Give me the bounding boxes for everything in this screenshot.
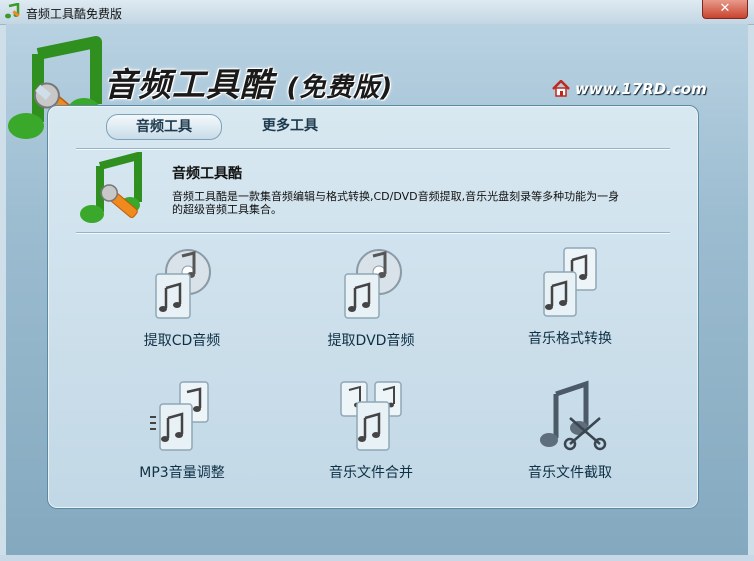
app-title-edition: (免费版) [286, 73, 394, 103]
mp3-volume-label: MP3音量调整 [139, 465, 225, 481]
tab-more-tools[interactable]: 更多工具 [240, 114, 340, 138]
website-link[interactable]: www.17RD.com [575, 80, 707, 98]
middle-divider [76, 232, 670, 234]
format-convert-icon [543, 247, 597, 317]
top-divider [76, 148, 670, 150]
file-merge-label: 音乐文件合并 [329, 465, 413, 481]
extract-dvd-audio-button[interactable]: 提取DVD音频 [291, 244, 451, 350]
app-music-icon [5, 3, 20, 19]
window-bottom-frame [0, 555, 754, 561]
mp3-volume-adjust-button[interactable]: MP3音量调整 [102, 378, 262, 482]
audio-tools-icon [80, 152, 142, 223]
app-window: 音频工具酷免费版 ✕ 音频工具酷 (免费版) www.17RD.com 音频工具… [0, 0, 754, 561]
intro-title: 音频工具酷 [172, 166, 242, 182]
format-convert-button[interactable]: 音乐格式转换 [490, 244, 650, 348]
extract-cd-audio-button[interactable]: 提取CD音频 [102, 244, 262, 350]
close-button[interactable]: ✕ [702, 0, 748, 19]
app-title: 音频工具酷 (免费版) [104, 58, 393, 106]
dvd-extract-icon [344, 249, 402, 319]
format-convert-label: 音乐格式转换 [528, 331, 612, 347]
window-title: 音频工具酷免费版 [26, 7, 123, 21]
tab-audio-tools[interactable]: 音频工具 [106, 114, 222, 140]
file-merge-icon [340, 381, 402, 451]
volume-adjust-icon [150, 381, 209, 451]
extract-cd-label: 提取CD音频 [143, 333, 221, 349]
intro-description: 音频工具酷是一款集音频编辑与格式转换,CD/DVD音频提取,音乐光盘刻录等多种功… [172, 190, 620, 216]
file-cut-icon [540, 380, 607, 451]
cd-extract-icon [155, 249, 211, 319]
title-bar[interactable]: 音频工具酷免费版 ✕ [0, 0, 754, 25]
home-icon[interactable] [552, 80, 570, 97]
music-file-merge-button[interactable]: 音乐文件合并 [291, 378, 451, 482]
file-cut-label: 音乐文件截取 [528, 465, 612, 481]
music-file-cut-button[interactable]: 音乐文件截取 [490, 378, 650, 482]
extract-dvd-label: 提取DVD音频 [327, 333, 415, 349]
app-title-main: 音频工具酷 [104, 65, 274, 104]
